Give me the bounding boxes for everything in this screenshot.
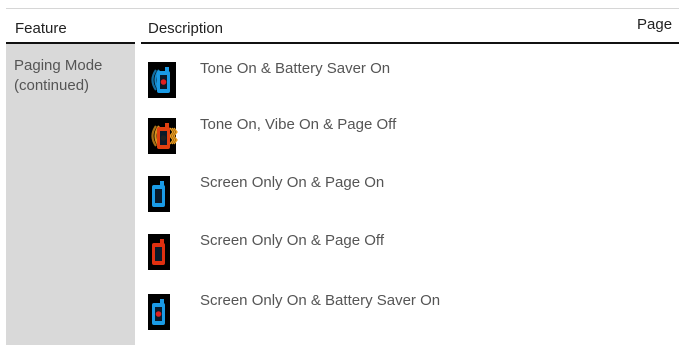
header-rule-description — [141, 42, 679, 44]
phone-screen-only-page-on-icon — [148, 176, 170, 212]
feature-name-line2: (continued) — [14, 77, 90, 94]
phone-tone-battery-saver-icon — [148, 62, 176, 98]
phone-screen-only-page-off-icon — [148, 234, 170, 270]
feature-column-header: Feature — [15, 20, 67, 37]
phone-tone-vibe-page-off-icon — [148, 118, 178, 154]
list-item-label: Tone On, Vibe On & Page Off — [200, 116, 397, 133]
page-column-header: Page — [637, 16, 673, 33]
feature-name: Paging Mode (continued) — [14, 56, 102, 96]
list-item-label: Screen Only On & Battery Saver On — [200, 292, 441, 309]
description-column-header: Description — [148, 20, 224, 37]
list-item-label: Screen Only On & Page Off — [200, 232, 384, 249]
list-item-label: Screen Only On & Page On — [200, 174, 385, 191]
list-item-label: Tone On & Battery Saver On — [200, 60, 391, 77]
top-divider — [6, 8, 679, 9]
feature-name-line1: Paging Mode — [14, 57, 103, 74]
phone-screen-only-battery-saver-icon — [148, 294, 170, 330]
feature-cell: Paging Mode (continued) — [6, 44, 135, 345]
